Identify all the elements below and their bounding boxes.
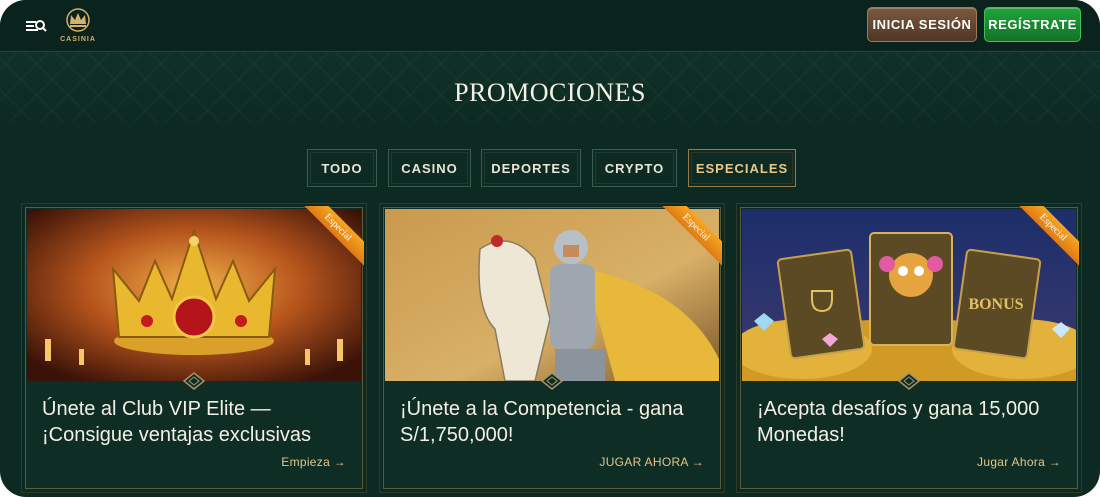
- page-title: PROMOCIONES: [454, 78, 646, 107]
- promo-card-challenges[interactable]: BONUS Especial ¡Acepta desafíos y gana 1…: [736, 203, 1082, 493]
- crown-logo-icon: [66, 8, 90, 32]
- promo-cta-link[interactable]: Jugar Ahora →: [977, 455, 1061, 469]
- tab-especiales[interactable]: ESPECIALES: [688, 149, 796, 187]
- register-button[interactable]: REGÍSTRATE: [984, 7, 1081, 42]
- promo-cta-link[interactable]: Empieza →: [281, 455, 346, 469]
- diamond-divider-icon: [540, 371, 564, 391]
- brand-logo[interactable]: CASINIA: [58, 6, 98, 46]
- logo-text: CASINIA: [60, 36, 96, 43]
- bonus-card-label: BONUS: [968, 296, 1023, 313]
- promo-title: ¡Únete a la Competencia - gana S/1,750,0…: [400, 398, 684, 446]
- app-frame: CASINIA INICIA SESIÓN REGÍSTRATE PROMOCI…: [0, 0, 1100, 497]
- diamond-divider-icon: [182, 371, 206, 391]
- promo-card-competition[interactable]: Especial ¡Únete a la Competencia - gana …: [379, 203, 725, 493]
- promo-cta-link[interactable]: JUGAR AHORA →: [599, 455, 704, 469]
- diamond-divider-icon: [897, 371, 921, 391]
- tab-todo[interactable]: TODO: [307, 149, 377, 187]
- tab-crypto[interactable]: CRYPTO: [592, 149, 677, 187]
- login-button[interactable]: INICIA SESIÓN: [867, 7, 977, 42]
- special-badge: Especial: [658, 206, 722, 270]
- special-badge: Especial: [300, 206, 364, 270]
- tab-deportes[interactable]: DEPORTES: [481, 149, 581, 187]
- promo-card-vip[interactable]: Especial Únete al Club VIP Elite — ¡Cons…: [21, 203, 367, 493]
- promo-title: Únete al Club VIP Elite — ¡Consigue vent…: [42, 398, 312, 446]
- special-badge: Especial: [1015, 206, 1079, 270]
- top-bar: CASINIA INICIA SESIÓN REGÍSTRATE: [0, 0, 1100, 52]
- promo-title: ¡Acepta desafíos y gana 15,000 Monedas!: [757, 398, 1040, 446]
- menu-search-icon[interactable]: [24, 13, 50, 39]
- tab-casino[interactable]: CASINO: [388, 149, 471, 187]
